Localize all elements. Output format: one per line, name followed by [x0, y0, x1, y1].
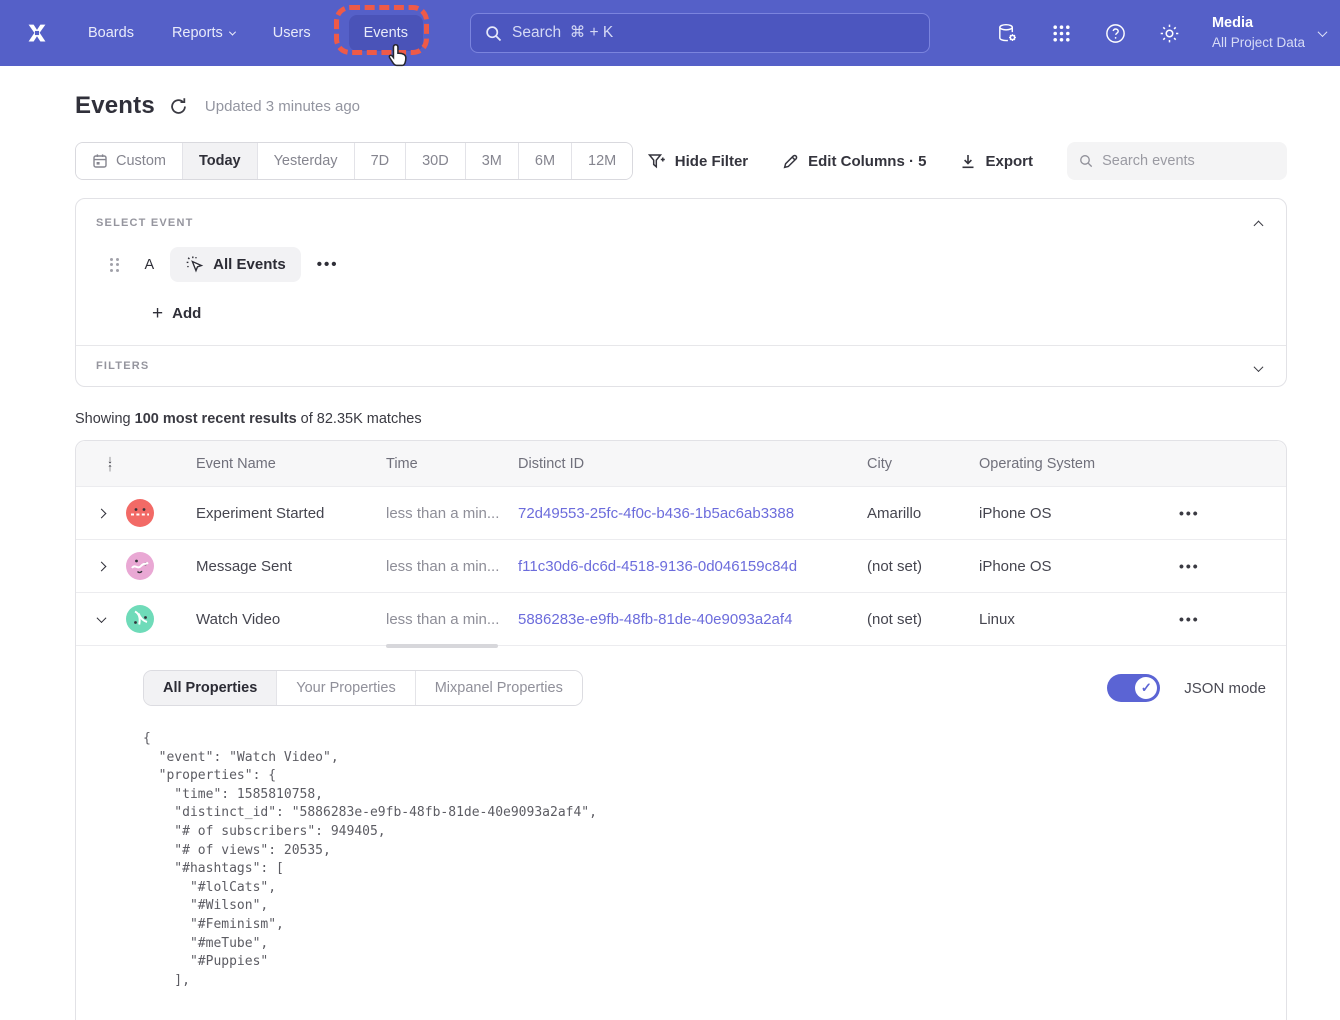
date-range-today[interactable]: Today [183, 143, 258, 179]
date-range-12m[interactable]: 12M [572, 143, 632, 179]
apps-grid-icon[interactable] [1050, 21, 1074, 45]
data-management-icon[interactable] [996, 21, 1020, 45]
search-events-box[interactable] [1067, 142, 1287, 180]
nav-item-boards[interactable]: Boards [88, 25, 134, 41]
nav-item-events[interactable]: Events [349, 15, 423, 51]
date-range-yesterday[interactable]: Yesterday [258, 143, 355, 179]
project-switcher[interactable]: Media All Project Data [1212, 14, 1326, 52]
toggle-knob-check-icon: ✓ [1135, 677, 1157, 699]
expand-row-chevron[interactable] [76, 540, 126, 592]
help-icon[interactable] [1104, 21, 1128, 45]
top-navbar: Boards Reports Users Events [0, 0, 1340, 66]
chevron-down-icon [1318, 27, 1328, 37]
event-json-view: { "event": "Watch Video", "properties": … [143, 730, 1266, 990]
event-avatar [126, 499, 154, 527]
event-avatar [126, 605, 154, 633]
json-mode-toggle[interactable]: ✓ [1107, 674, 1160, 702]
collapse-section-chevron[interactable] [1248, 215, 1268, 235]
collapse-all-rows-icon[interactable]: ↓↑ [103, 456, 117, 472]
tab-mixpanel-properties[interactable]: Mixpanel Properties [415, 671, 582, 705]
table-row[interactable]: Experiment Started less than a min... 72… [76, 486, 1286, 539]
event-selector-button[interactable]: All Events [170, 247, 301, 282]
tab-all-properties[interactable]: All Properties [144, 671, 276, 705]
pencil-icon [782, 153, 799, 170]
date-range-30d[interactable]: 30D [406, 143, 466, 179]
time-cell: less than a min... [386, 505, 518, 522]
hide-filter-button[interactable]: Hide Filter [648, 153, 748, 170]
search-events-input[interactable] [1102, 153, 1275, 169]
results-summary: Showing 100 most recent results of 82.35… [75, 411, 1287, 427]
distinct-id-link[interactable]: f11c30d6-dc6d-4518-9136-0d046159c84d [518, 558, 867, 575]
project-scope: All Project Data [1212, 34, 1305, 52]
date-range-7d[interactable]: 7D [355, 143, 407, 179]
table-row-expanded[interactable]: Watch Video less than a min... 5886283e-… [76, 592, 1286, 645]
mixpanel-logo-icon[interactable] [22, 18, 52, 48]
properties-tabs: All Properties Your Properties Mixpanel … [143, 670, 583, 706]
global-search-input[interactable] [512, 24, 915, 42]
time-cell: less than a min... [386, 558, 518, 575]
expand-filters-chevron[interactable] [1248, 358, 1268, 378]
search-icon [485, 25, 502, 42]
city-cell: (not set) [867, 611, 979, 628]
date-range-selector: Custom Today Yesterday 7D 30D 3M 6M 12M [75, 142, 633, 180]
event-row-letter: A [145, 257, 155, 273]
expand-row-chevron[interactable] [76, 487, 126, 539]
download-icon [960, 153, 976, 170]
edit-columns-button[interactable]: Edit Columns · 5 [782, 153, 926, 170]
filter-funnel-icon [648, 153, 666, 170]
tab-your-properties[interactable]: Your Properties [276, 671, 414, 705]
event-detail-panel: All Properties Your Properties Mixpanel … [76, 645, 1286, 1020]
date-range-6m[interactable]: 6M [519, 143, 572, 179]
project-name: Media [1212, 14, 1305, 34]
date-range-3m[interactable]: 3M [466, 143, 519, 179]
time-cell: less than a min... [386, 611, 518, 628]
event-name-cell: Experiment Started [196, 505, 386, 522]
chevron-down-icon [229, 28, 236, 35]
os-cell: Linux [979, 611, 1139, 628]
column-header-time[interactable]: Time [386, 456, 518, 472]
row-more-options-button[interactable]: ••• [1179, 558, 1200, 574]
global-search-bar[interactable] [470, 13, 930, 53]
horizontal-scrollbar-thumb[interactable] [386, 644, 498, 648]
os-cell: iPhone OS [979, 505, 1139, 522]
filters-label: FILTERS [96, 360, 1266, 372]
table-row[interactable]: Message Sent less than a min... f11c30d6… [76, 539, 1286, 592]
calendar-icon [92, 153, 108, 169]
date-range-custom[interactable]: Custom [76, 143, 183, 179]
nav-item-reports[interactable]: Reports [172, 25, 235, 41]
event-name-cell: Message Sent [196, 558, 386, 575]
search-icon [1079, 153, 1093, 169]
refresh-icon[interactable] [169, 95, 191, 117]
query-builder-card: SELECT EVENT A All Events ••• + Add [75, 198, 1287, 387]
event-more-options-button[interactable]: ••• [317, 256, 339, 273]
column-header-distinct-id[interactable]: Distinct ID [518, 456, 867, 472]
events-table: ↓↑ Event Name Time Distinct ID City Oper… [75, 440, 1287, 1020]
json-mode-label: JSON mode [1184, 680, 1266, 697]
city-cell: Amarillo [867, 505, 979, 522]
collapse-row-chevron[interactable] [76, 593, 126, 645]
distinct-id-link[interactable]: 72d49553-25fc-4f0c-b436-1b5ac6ab3388 [518, 505, 867, 522]
os-cell: iPhone OS [979, 558, 1139, 575]
drag-handle[interactable] [110, 258, 119, 272]
column-header-city[interactable]: City [867, 456, 979, 472]
column-header-os[interactable]: Operating System [979, 456, 1139, 472]
select-event-label: SELECT EVENT [96, 217, 1266, 229]
row-more-options-button[interactable]: ••• [1179, 611, 1200, 627]
city-cell: (not set) [867, 558, 979, 575]
column-header-event-name[interactable]: Event Name [196, 456, 386, 472]
last-updated-text: Updated 3 minutes ago [205, 98, 360, 115]
magic-cursor-icon [185, 255, 204, 274]
event-name-cell: Watch Video [196, 611, 386, 628]
distinct-id-link[interactable]: 5886283e-e9fb-48fb-81de-40e9093a2af4 [518, 611, 867, 628]
plus-icon: + [152, 304, 163, 323]
table-header-row: ↓↑ Event Name Time Distinct ID City Oper… [76, 441, 1286, 486]
nav-item-users[interactable]: Users [273, 25, 311, 41]
add-event-button[interactable]: + Add [152, 304, 1266, 323]
row-more-options-button[interactable]: ••• [1179, 505, 1200, 521]
settings-gear-icon[interactable] [1158, 21, 1182, 45]
page-title: Events [75, 92, 155, 120]
event-avatar [126, 552, 154, 580]
export-button[interactable]: Export [960, 153, 1033, 170]
